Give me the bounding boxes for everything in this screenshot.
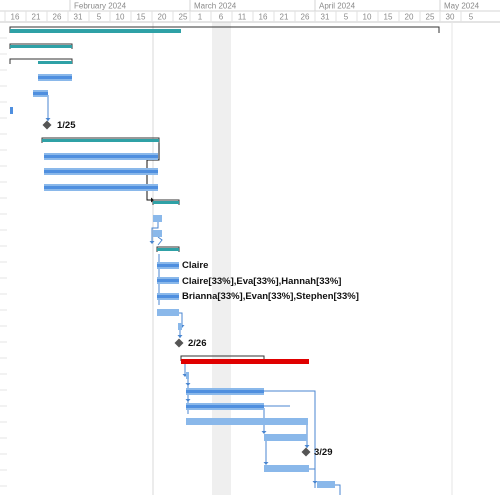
task-bar-progress — [186, 405, 264, 408]
task-bar-progress — [157, 264, 179, 267]
task-bar-progress — [44, 155, 158, 158]
milestone-date-label: 2/26 — [188, 338, 207, 349]
summary-phase-1a-progress — [38, 61, 72, 64]
milestone-date-label: 3/29 — [314, 447, 333, 458]
month-label: May 2024 — [444, 2, 480, 11]
month-label: March 2024 — [194, 2, 237, 11]
task-bar-progress — [186, 390, 264, 393]
resource-label: Claire[33%],Eva[33%],Hannah[33%] — [182, 276, 341, 287]
summary-phase-1-progress — [10, 45, 72, 48]
task-bar-progress — [157, 295, 179, 298]
day-label: 1 — [198, 13, 203, 22]
day-label: 5 — [97, 13, 102, 22]
summary-phase-4-progress — [157, 248, 179, 251]
day-label: 25 — [179, 13, 188, 22]
task-bar-progress — [44, 170, 158, 173]
task-bar-small — [10, 107, 13, 114]
day-label: 10 — [116, 13, 125, 22]
summary-phase-2-progress — [42, 139, 159, 142]
task-bar — [264, 465, 309, 472]
day-label: 26 — [301, 13, 310, 22]
day-label: 20 — [158, 13, 167, 22]
day-label: 25 — [426, 13, 435, 22]
day-label: 15 — [384, 13, 393, 22]
critical-task-bar — [181, 359, 309, 364]
day-label: 6 — [219, 13, 224, 22]
day-label: 26 — [53, 13, 62, 22]
day-label: 31 — [321, 13, 330, 22]
milestone-date-label: 1/25 — [57, 120, 76, 131]
month-label: February 2024 — [74, 2, 127, 11]
day-label: 16 — [259, 13, 268, 22]
resource-label: Claire — [182, 260, 208, 271]
task-bar — [264, 434, 307, 441]
day-label: 10 — [363, 13, 372, 22]
day-label: 31 — [74, 13, 83, 22]
day-label: 20 — [405, 13, 414, 22]
day-label: 11 — [238, 13, 247, 22]
task-bar-small — [178, 323, 182, 330]
gantt-chart: February 2024 March 2024 April 2024 May 202… — [0, 0, 500, 495]
task-bar — [317, 481, 335, 488]
task-bar-progress — [44, 186, 158, 189]
task-bar-progress — [157, 279, 179, 282]
project-summary-progress — [10, 29, 181, 33]
task-bar — [186, 418, 308, 425]
task-bar-progress — [33, 92, 48, 95]
task-bar — [153, 230, 162, 237]
day-label: 5 — [344, 13, 349, 22]
task-bar-small — [186, 372, 189, 379]
month-label: April 2024 — [319, 2, 356, 11]
day-label: 16 — [11, 13, 20, 22]
task-bar — [157, 309, 179, 316]
task-bar-progress — [38, 76, 72, 79]
day-label: 21 — [280, 13, 289, 22]
day-label: 15 — [137, 13, 146, 22]
day-label: 30 — [446, 13, 455, 22]
summary-phase-3-progress — [153, 201, 179, 204]
task-bar — [153, 215, 162, 222]
resource-label: Brianna[33%],Evan[33%],Stephen[33%] — [182, 291, 359, 302]
day-label: 21 — [32, 13, 41, 22]
day-label: 5 — [469, 13, 474, 22]
